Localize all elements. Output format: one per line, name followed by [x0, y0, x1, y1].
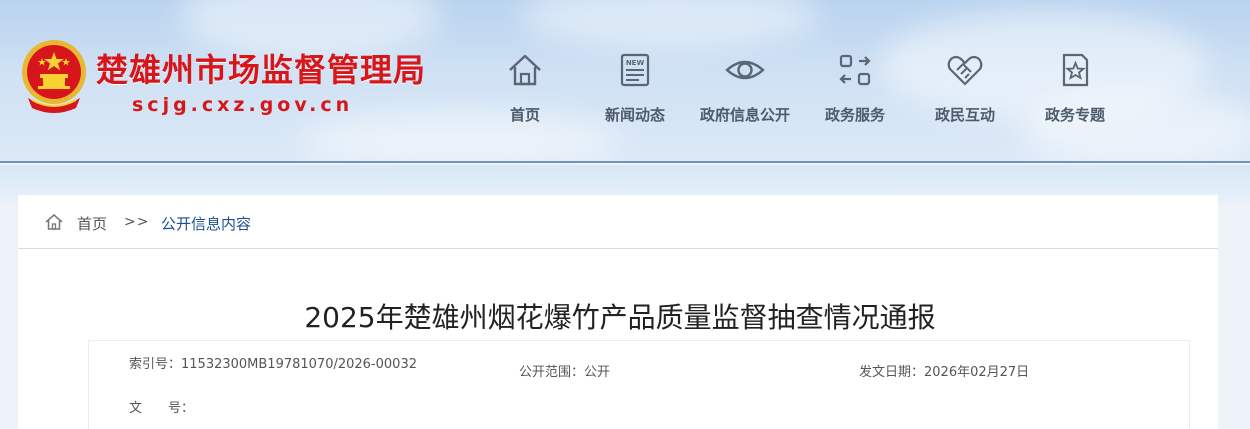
nav-label-services: 政务服务: [824, 106, 885, 124]
nav-label-interaction: 政民互动: [934, 106, 995, 124]
meta-date: 发文日期：2026年02月27日: [859, 365, 1030, 380]
nav-label-news: 新闻动态: [604, 106, 665, 124]
nav-item-news[interactable]: NEW 新闻动态: [580, 50, 690, 130]
breadcrumb: 首页 >> 公开信息内容: [18, 195, 1218, 249]
site-title[interactable]: 楚雄州市场监督管理局: [96, 45, 426, 91]
meta-scope: 公开范围：公开: [519, 365, 611, 380]
nav-item-services[interactable]: 政务服务: [800, 50, 910, 130]
services-icon: [839, 54, 871, 86]
nav-item-info-disclosure[interactable]: 政府信息公开: [690, 50, 800, 130]
nav-label-home: 首页: [509, 106, 540, 124]
nav-label-info-disclosure: 政府信息公开: [699, 106, 790, 124]
nav-item-home[interactable]: 首页: [470, 50, 580, 130]
star-document-icon: [1062, 53, 1089, 87]
breadcrumb-separator: >>: [124, 214, 150, 230]
cloud-decoration: [520, 0, 820, 50]
article-meta-box: 索引号：11532300MB19781070/2026-00032 公开范围：公…: [88, 340, 1190, 429]
news-icon: NEW: [620, 53, 650, 87]
nav-label-topics: 政务专题: [1044, 106, 1105, 124]
main-nav: 首页 NEW 新闻动态 政府信息公开 政务服务 政民互动 政务专题: [470, 50, 1130, 130]
site-url[interactable]: scjg.cxz.gov.cn: [132, 94, 353, 116]
eye-icon: [725, 60, 765, 80]
meta-index-no: 索引号：11532300MB19781070/2026-00032: [129, 357, 417, 372]
handshake-icon: [947, 55, 983, 86]
home-icon[interactable]: [44, 212, 64, 232]
national-emblem-icon[interactable]: [18, 38, 90, 114]
article-title: 2025年楚雄州烟花爆竹产品质量监督抽查情况通报: [304, 301, 936, 334]
site-header: 楚雄州市场监督管理局 scjg.cxz.gov.cn 首页 NEW 新闻动态 政…: [0, 0, 1250, 163]
nav-item-topics[interactable]: 政务专题: [1020, 50, 1130, 130]
nav-item-interaction[interactable]: 政民互动: [910, 50, 1020, 130]
breadcrumb-current[interactable]: 公开信息内容: [161, 213, 251, 234]
home-icon: [509, 54, 541, 86]
meta-doc-no: 文 号：: [129, 401, 195, 416]
svg-text:NEW: NEW: [626, 59, 645, 67]
breadcrumb-home-link[interactable]: 首页: [77, 213, 107, 234]
